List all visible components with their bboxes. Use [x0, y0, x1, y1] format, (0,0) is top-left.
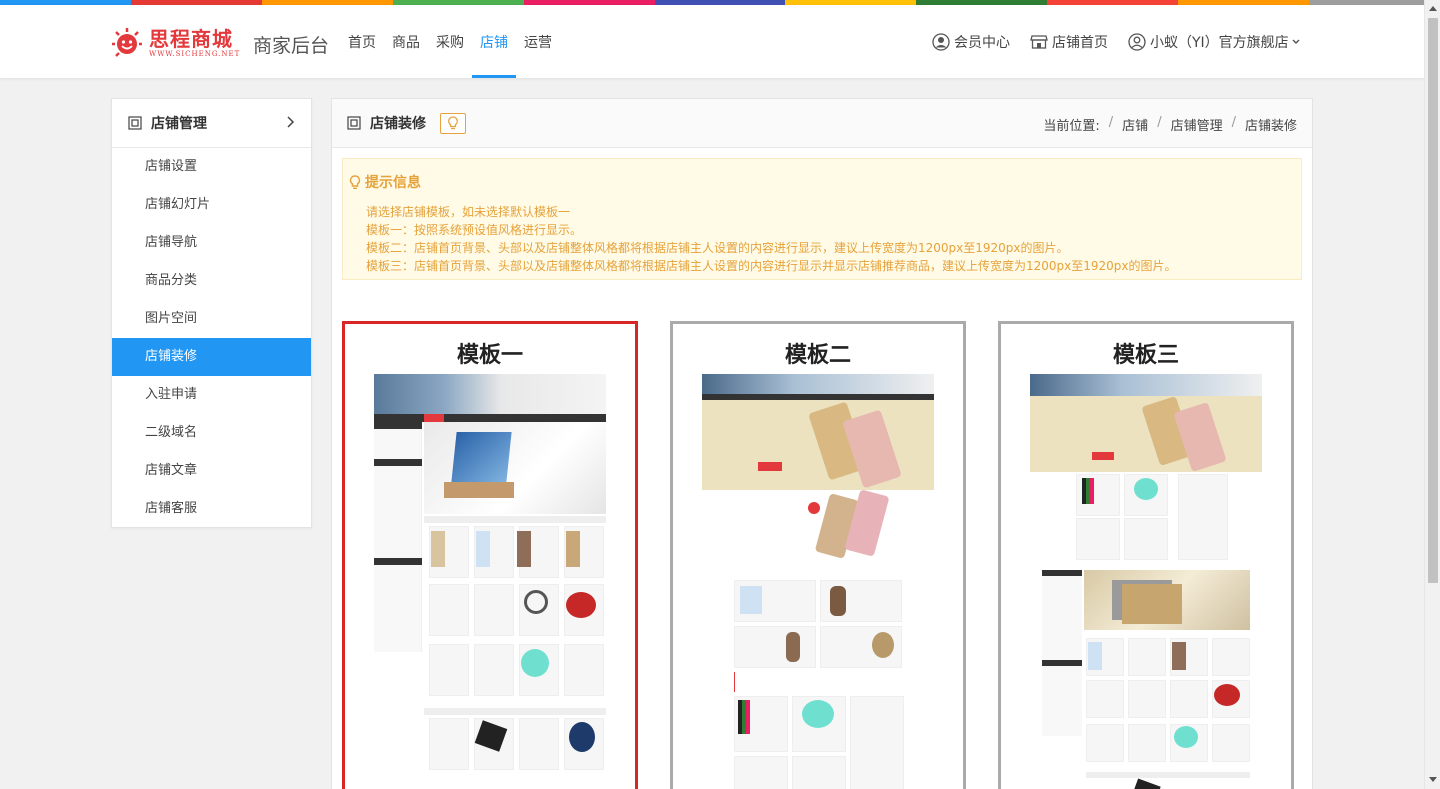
sidebar-item-categories[interactable]: 商品分类	[112, 262, 311, 300]
breadcrumb-prefix: 当前位置:	[1043, 119, 1100, 134]
template-title: 模板三	[1112, 343, 1179, 368]
template-title: 模板一	[456, 343, 523, 368]
sidebar-item-application[interactable]: 入驻申请	[112, 376, 311, 414]
sidebar-item-image-space[interactable]: 图片空间	[112, 300, 311, 338]
sidebar-item-shop-settings[interactable]: 店铺设置	[112, 148, 311, 186]
breadcrumb-shop[interactable]: 店铺	[1122, 115, 1148, 134]
page-title: 店铺装修	[370, 116, 426, 132]
header: 思程商城 WWW.SICHENG.NET 商家后台 首页 商品 采购 店铺 运营…	[0, 5, 1424, 78]
member-center-label: 会员中心	[954, 35, 1010, 51]
logo[interactable]: 思程商城 WWW.SICHENG.NET	[111, 27, 240, 59]
nav-goods[interactable]: 商品	[392, 5, 420, 78]
template-preview-image	[1030, 374, 1262, 789]
account-icon	[1128, 33, 1146, 51]
content-header: 店铺装修 当前位置: / 店铺 / 店铺管理 / 店铺装修	[332, 99, 1312, 148]
shop-home-label: 店铺首页	[1052, 35, 1108, 51]
member-center-link[interactable]: 会员中心	[932, 32, 1010, 52]
logo-sun-icon	[111, 27, 147, 59]
sidebar: 店铺管理 店铺设置 店铺幻灯片 店铺导航 商品分类 图片空间 店铺装修 入驻申请…	[111, 98, 312, 528]
logo-text: 思程商城	[149, 27, 233, 51]
template-card-3[interactable]: 模板三	[998, 321, 1294, 789]
lightbulb-icon	[448, 116, 458, 130]
biz-title: 商家后台	[253, 35, 330, 57]
sidebar-item-subdomain[interactable]: 二级域名	[112, 414, 311, 452]
tip-line: 模板三：店铺首页背景、头部以及店铺整体风格都将根据店铺主人设置的内容进行显示并显…	[366, 259, 1177, 273]
scroll-down-arrow-icon[interactable]	[1429, 777, 1437, 782]
nav-operation[interactable]: 运营	[524, 5, 552, 78]
shop-home-link[interactable]: 店铺首页	[1030, 32, 1108, 52]
template-preview-image	[374, 374, 606, 789]
tip-toggle-button[interactable]	[440, 112, 466, 134]
sidebar-item-navigation[interactable]: 店铺导航	[112, 224, 311, 262]
sidebar-list: 店铺设置 店铺幻灯片 店铺导航 商品分类 图片空间 店铺装修 入驻申请 二级域名…	[112, 148, 311, 528]
tip-line: 模板一：按照系统预设值风格进行显示。	[366, 223, 583, 237]
sidebar-header[interactable]: 店铺管理	[112, 99, 311, 148]
shop-manage-icon	[128, 116, 142, 130]
template-title: 模板二	[784, 343, 851, 368]
tip-title: 提示信息	[349, 172, 421, 192]
tip-line: 请选择店铺模板，如未选择默认模板一	[366, 205, 571, 219]
chevron-down-icon	[1292, 39, 1300, 44]
tip-line: 模板二：店铺首页背景、头部以及店铺整体风格都将根据店铺主人设置的内容进行显示，建…	[366, 241, 1069, 255]
logo-subtext: WWW.SICHENG.NET	[149, 50, 241, 58]
sidebar-item-articles[interactable]: 店铺文章	[112, 452, 311, 490]
breadcrumb-decoration: 店铺装修	[1244, 119, 1297, 134]
tip-lines: 请选择店铺模板，如未选择默认模板一 模板一：按照系统预设值风格进行显示。 模板二…	[366, 203, 1177, 275]
template-card-1[interactable]: 模板一	[342, 321, 638, 789]
template-card-2[interactable]: 模板二	[670, 321, 966, 789]
breadcrumb: 当前位置: / 店铺 / 店铺管理 / 店铺装修	[1043, 115, 1297, 134]
tip-box: 提示信息 请选择店铺模板，如未选择默认模板一 模板一：按照系统预设值风格进行显示…	[342, 158, 1302, 280]
shop-name: 小蚁（YI）官方旗舰店	[1150, 35, 1289, 51]
user-circle-icon	[932, 33, 950, 51]
nav-purchase[interactable]: 采购	[436, 5, 464, 78]
store-icon	[1030, 35, 1048, 49]
shop-account-dropdown[interactable]: 小蚁（YI）官方旗舰店	[1128, 32, 1305, 52]
chevron-right-icon[interactable]	[285, 115, 295, 129]
sidebar-item-customer-service[interactable]: 店铺客服	[112, 490, 311, 528]
scrollbar-thumb[interactable]	[1428, 18, 1438, 583]
sidebar-title: 店铺管理	[151, 116, 207, 132]
tip-title-text: 提示信息	[365, 175, 421, 191]
right-nav: 会员中心 店铺首页 小蚁（YI）官方旗舰店	[932, 32, 1325, 52]
content-panel: 店铺装修 当前位置: / 店铺 / 店铺管理 / 店铺装修 提示信息 请选择店铺…	[331, 98, 1313, 789]
nav-shop[interactable]: 店铺	[472, 5, 516, 78]
scroll-up-arrow-icon[interactable]	[1429, 6, 1437, 11]
template-preview-image	[702, 374, 934, 789]
main-nav: 首页 商品 采购 店铺 运营	[348, 5, 568, 78]
page-scrollbar[interactable]	[1424, 0, 1440, 789]
sidebar-item-slideshow[interactable]: 店铺幻灯片	[112, 186, 311, 224]
nav-home[interactable]: 首页	[348, 5, 376, 78]
decoration-icon	[347, 116, 361, 130]
breadcrumb-shop-manage[interactable]: 店铺管理	[1171, 115, 1223, 134]
lightbulb-icon	[349, 174, 361, 189]
sidebar-item-decoration[interactable]: 店铺装修	[112, 338, 311, 376]
